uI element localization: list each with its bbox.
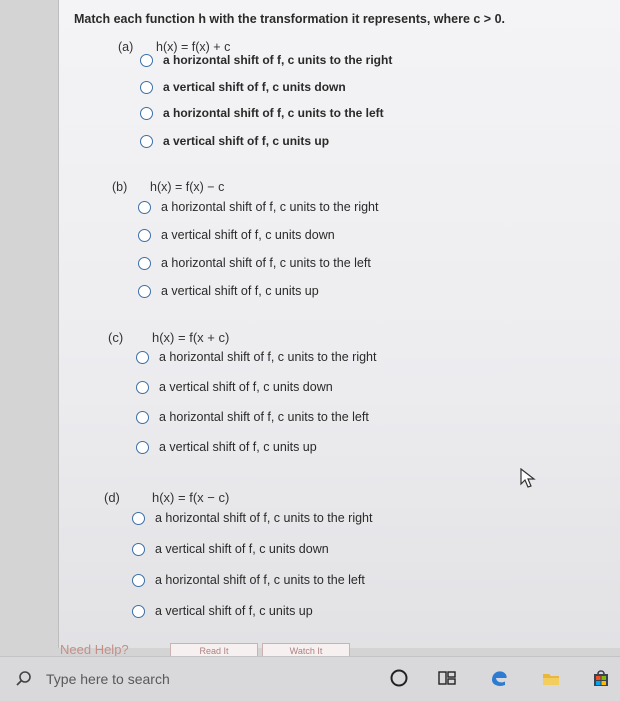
search-icon (16, 671, 31, 686)
part-c-option-4[interactable]: a vertical shift of f, c units up (136, 440, 317, 454)
part-b-equation: h(x) = f(x) − c (150, 180, 225, 194)
file-explorer-icon[interactable] (540, 667, 562, 689)
part-a-option-1[interactable]: a horizontal shift of f, c units to the … (140, 53, 392, 67)
part-b-option-1[interactable]: a horizontal shift of f, c units to the … (138, 200, 378, 214)
option-label: a horizontal shift of f, c units to the … (155, 511, 373, 525)
part-b-option-4[interactable]: a vertical shift of f, c units up (138, 284, 319, 298)
radio-button[interactable] (138, 228, 151, 242)
part-d-letter: (d) (104, 490, 120, 505)
option-label: a horizontal shift of f, c units to the … (161, 256, 371, 270)
option-label: a horizontal shift of f, c units to the … (155, 573, 365, 587)
edge-icon[interactable] (488, 667, 510, 689)
option-label: a horizontal shift of f, c units to the … (163, 106, 384, 120)
part-a-equation: h(x) = f(x) + c (156, 40, 231, 54)
part-d-equation: h(x) = f(x − c) (152, 490, 230, 505)
radio-button[interactable] (136, 350, 149, 364)
radio-button[interactable] (138, 284, 151, 298)
part-c-option-2[interactable]: a vertical shift of f, c units down (136, 380, 333, 394)
part-a-option-2[interactable]: a vertical shift of f, c units down (140, 80, 346, 94)
option-label: a vertical shift of f, c units down (159, 380, 333, 394)
need-help-label: Need Help? (60, 642, 129, 657)
part-b-letter: (b) (112, 180, 128, 194)
radio-button[interactable] (138, 200, 151, 214)
part-a-option-3[interactable]: a horizontal shift of f, c units to the … (140, 106, 384, 120)
mouse-cursor-icon (520, 468, 536, 488)
option-label: a vertical shift of f, c units down (161, 228, 335, 242)
radio-button[interactable] (140, 106, 153, 120)
task-view-icon[interactable] (436, 667, 458, 689)
part-c-option-3[interactable]: a horizontal shift of f, c units to the … (136, 410, 369, 424)
radio-button[interactable] (136, 440, 149, 454)
option-label: a horizontal shift of f, c units to the … (159, 410, 369, 424)
radio-button[interactable] (132, 542, 145, 556)
part-c-option-1[interactable]: a horizontal shift of f, c units to the … (136, 350, 376, 364)
part-a-option-4[interactable]: a vertical shift of f, c units up (140, 134, 329, 148)
option-label: a vertical shift of f, c units up (161, 284, 319, 298)
radio-button[interactable] (132, 573, 145, 587)
taskbar-search-box[interactable]: Type here to search (14, 657, 354, 701)
radio-button[interactable] (136, 380, 149, 394)
radio-button[interactable] (140, 53, 153, 67)
part-d-option-3[interactable]: a horizontal shift of f, c units to the … (132, 573, 365, 587)
option-label: a vertical shift of f, c units up (163, 134, 330, 148)
search-placeholder: Type here to search (46, 671, 170, 687)
part-d-option-4[interactable]: a vertical shift of f, c units up (132, 604, 313, 618)
store-icon[interactable] (590, 667, 612, 689)
radio-button[interactable] (140, 80, 153, 94)
question-prompt: Match each function h with the transform… (74, 12, 505, 26)
option-label: a horizontal shift of f, c units to the … (163, 53, 393, 67)
option-label: a vertical shift of f, c units up (159, 440, 317, 454)
radio-button[interactable] (132, 604, 145, 618)
radio-button[interactable] (132, 511, 145, 525)
option-label: a vertical shift of f, c units up (155, 604, 313, 618)
radio-button[interactable] (140, 134, 153, 148)
part-c-equation: h(x) = f(x + c) (152, 330, 230, 345)
part-d-option-1[interactable]: a horizontal shift of f, c units to the … (132, 511, 372, 525)
part-b-option-3[interactable]: a horizontal shift of f, c units to the … (138, 256, 371, 270)
option-label: a horizontal shift of f, c units to the … (159, 350, 377, 364)
part-c-letter: (c) (108, 330, 124, 345)
option-label: a vertical shift of f, c units down (155, 542, 329, 556)
part-a-letter: (a) (118, 40, 134, 54)
option-label: a vertical shift of f, c units down (163, 80, 346, 94)
radio-button[interactable] (138, 256, 151, 270)
part-b-option-2[interactable]: a vertical shift of f, c units down (138, 228, 335, 242)
windows-taskbar: Type here to search (0, 656, 620, 701)
part-d-option-2[interactable]: a vertical shift of f, c units down (132, 542, 329, 556)
cortana-icon[interactable] (388, 667, 410, 689)
radio-button[interactable] (136, 410, 149, 424)
option-label: a horizontal shift of f, c units to the … (161, 200, 379, 214)
